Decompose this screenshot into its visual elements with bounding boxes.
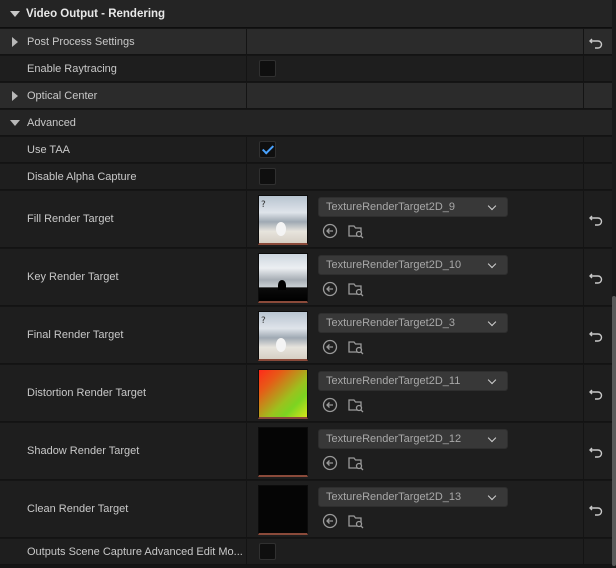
browse-to-asset-icon[interactable]	[348, 455, 364, 471]
browse-to-asset-icon[interactable]	[348, 513, 364, 529]
section-header-video-output-rendering[interactable]: Video Output - Rendering	[0, 0, 612, 28]
row-label: Enable Raytracing	[27, 62, 117, 75]
row-label: Clean Render Target	[27, 503, 129, 515]
browse-to-asset-icon[interactable]	[348, 339, 364, 355]
enable-raytracing-checkbox[interactable]	[259, 60, 276, 77]
section-title: Video Output - Rendering	[26, 7, 166, 20]
texture-asset-dropdown[interactable]: TextureRenderTarget2D_9	[318, 197, 508, 217]
row-label: Key Render Target	[27, 271, 119, 283]
row-clean-render-target: Clean Render Target TextureRenderTarget2…	[0, 481, 612, 538]
use-selected-asset-icon[interactable]	[322, 281, 338, 297]
reset-icon[interactable]	[589, 328, 605, 344]
row-outputs-scene-capture-advanced: Outputs Scene Capture Advanced Edit Mo..…	[0, 539, 612, 565]
row-label: Fill Render Target	[27, 213, 114, 225]
category-optical-center[interactable]: Optical Center	[0, 83, 612, 109]
row-label: Post Process Settings	[27, 35, 135, 48]
use-taa-checkbox[interactable]	[259, 141, 276, 158]
outputs-scene-capture-checkbox[interactable]	[259, 543, 276, 560]
texture-asset-dropdown[interactable]: TextureRenderTarget2D_11	[318, 371, 508, 391]
reset-icon[interactable]	[589, 212, 605, 228]
disable-alpha-capture-checkbox[interactable]	[259, 168, 276, 185]
texture-thumbnail[interactable]	[258, 369, 308, 419]
scrollbar-thumb[interactable]	[612, 296, 616, 566]
row-label: Disable Alpha Capture	[27, 170, 137, 183]
chevron-down-icon	[487, 259, 497, 269]
chevron-down-icon	[487, 317, 497, 327]
reset-icon[interactable]	[589, 502, 605, 518]
row-use-taa: Use TAA	[0, 137, 612, 163]
browse-to-asset-icon[interactable]	[348, 223, 364, 239]
category-post-process-settings[interactable]: Post Process Settings	[0, 29, 612, 55]
row-label: Outputs Scene Capture Advanced Edit Mo..…	[27, 545, 243, 558]
row-label: Use TAA	[27, 143, 70, 156]
chevron-down-icon	[487, 201, 497, 211]
chevron-down-icon	[487, 375, 497, 385]
row-distortion-render-target: Distortion Render Target TextureRenderTa…	[0, 365, 612, 422]
browse-to-asset-icon[interactable]	[348, 281, 364, 297]
texture-thumbnail[interactable]	[258, 485, 308, 535]
texture-asset-dropdown[interactable]: TextureRenderTarget2D_12	[318, 429, 508, 449]
chevron-down-icon	[487, 433, 497, 443]
row-label: Distortion Render Target	[27, 387, 147, 399]
collapsed-arrow-icon	[12, 91, 18, 101]
use-selected-asset-icon[interactable]	[322, 397, 338, 413]
row-fill-render-target: Fill Render Target ? TextureRenderTarget…	[0, 191, 612, 248]
category-advanced[interactable]: Advanced	[0, 110, 612, 136]
texture-thumbnail[interactable]	[258, 427, 308, 477]
row-label: Advanced	[27, 116, 76, 129]
texture-asset-dropdown[interactable]: TextureRenderTarget2D_10	[318, 255, 508, 275]
texture-asset-dropdown[interactable]: TextureRenderTarget2D_3	[318, 313, 508, 333]
texture-thumbnail[interactable]	[258, 253, 308, 303]
row-enable-raytracing: Enable Raytracing	[0, 56, 612, 82]
use-selected-asset-icon[interactable]	[322, 339, 338, 355]
texture-asset-dropdown[interactable]: TextureRenderTarget2D_13	[318, 487, 508, 507]
reset-icon[interactable]	[589, 386, 605, 402]
details-panel: Video Output - Rendering Post Process Se…	[0, 0, 616, 568]
browse-to-asset-icon[interactable]	[348, 397, 364, 413]
row-label: Final Render Target	[27, 329, 124, 341]
row-disable-alpha-capture: Disable Alpha Capture	[0, 164, 612, 190]
row-final-render-target: Final Render Target ? TextureRenderTarge…	[0, 307, 612, 364]
use-selected-asset-icon[interactable]	[322, 513, 338, 529]
expand-arrow-icon	[10, 10, 20, 17]
reset-icon[interactable]	[589, 444, 605, 460]
texture-thumbnail[interactable]: ?	[258, 195, 308, 245]
expanded-arrow-icon	[10, 120, 20, 126]
texture-thumbnail[interactable]: ?	[258, 311, 308, 361]
row-key-render-target: Key Render Target TextureRenderTarget2D_…	[0, 249, 612, 306]
reset-icon[interactable]	[589, 270, 605, 286]
chevron-down-icon	[487, 491, 497, 501]
use-selected-asset-icon[interactable]	[322, 223, 338, 239]
reset-icon[interactable]	[589, 35, 605, 51]
row-shadow-render-target: Shadow Render Target TextureRenderTarget…	[0, 423, 612, 480]
use-selected-asset-icon[interactable]	[322, 455, 338, 471]
collapsed-arrow-icon	[12, 37, 18, 47]
row-label: Shadow Render Target	[27, 445, 140, 457]
row-label: Optical Center	[27, 89, 98, 102]
